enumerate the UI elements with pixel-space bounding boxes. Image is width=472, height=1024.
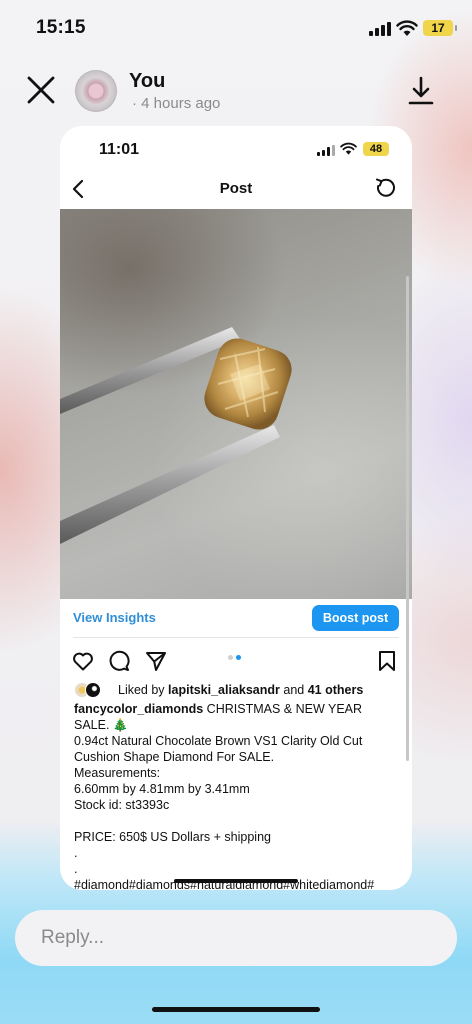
story-user-name[interactable]: You [129,70,165,93]
divider [73,637,399,638]
refresh-icon [376,178,395,197]
inner-status-time: 11:01 [99,141,140,158]
inner-wifi-icon [340,142,357,155]
diamond-tweezers-image [60,327,292,544]
caption-handle: fancycolor_diamonds [74,702,204,716]
scroll-indicator [406,276,409,761]
reply-input[interactable]: Reply... [15,910,457,966]
close-icon[interactable] [24,73,58,107]
carousel-dots [228,655,248,661]
inner-battery-indicator: 48 [363,142,389,156]
post-caption: fancycolor_diamonds CHRISTMAS & NEW YEAR… [74,701,400,890]
share-icon [146,652,166,671]
download-icon[interactable] [404,74,438,108]
story-timestamp: · 4 hours ago [132,95,221,112]
liker-avatar [85,682,101,698]
reply-placeholder: Reply... [41,927,105,948]
post-photo [60,209,412,599]
cellular-signal-icon [369,22,391,36]
comment-icon [109,650,130,671]
boost-post-button: Boost post [312,605,399,631]
status-time: 15:15 [36,17,86,38]
view-insights-link: View Insights [73,610,156,625]
heart-icon [73,652,93,671]
post-title: Post [219,180,253,197]
caption-body: 0.94ct Natural Chocolate Brown VS1 Clari… [74,734,375,890]
battery-indicator: 17 [423,20,457,36]
avatar[interactable] [75,70,117,112]
status-bar: 15:15 17 [0,0,472,56]
home-indicator [152,1007,320,1012]
inner-home-indicator [174,879,298,883]
inner-cellular-icon [317,145,337,156]
bookmark-icon [379,651,395,671]
likes-text: Liked by lapitski_aliaksandr and 41 othe… [118,683,364,697]
shared-screenshot: 11:01 48 Post View Insights Boost post L… [60,126,412,890]
wifi-icon [396,20,418,36]
